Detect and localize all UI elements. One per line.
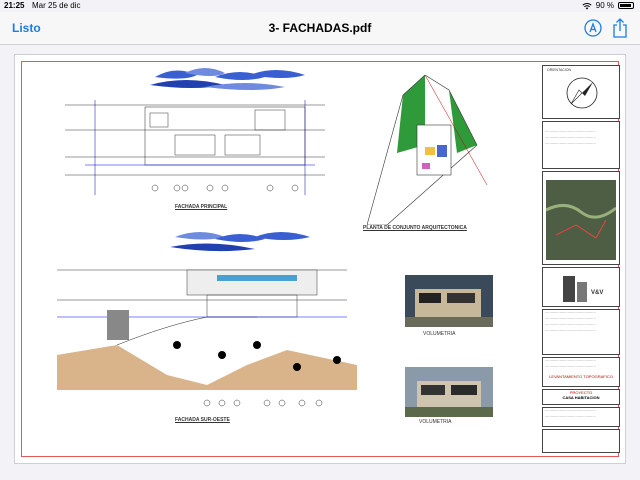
- label-fachada-sur-oeste: FACHADA SUR-OESTE: [175, 417, 230, 423]
- sheet-info-block: [542, 429, 620, 453]
- battery-percent: 90 %: [595, 1, 614, 10]
- render-volumetria-2: [405, 367, 493, 417]
- status-right: 90 %: [582, 1, 634, 10]
- markup-pen-icon[interactable]: [584, 19, 602, 37]
- north-arrow-icon: [566, 77, 598, 109]
- label-volumetria-1: VOLUMETRIA: [423, 331, 456, 337]
- label-fachada-principal: FACHADA PRINCIPAL: [175, 204, 228, 210]
- clouds-drawing-bottom: [170, 232, 310, 252]
- label-planta-conjunto: PLANTA DE CONJUNTO ARQUITECTONICA: [363, 225, 467, 231]
- wifi-icon: [582, 2, 592, 9]
- battery-icon: [618, 2, 634, 9]
- orientation-block: ORIENTACION: [542, 65, 620, 119]
- notes-block: ········································…: [542, 407, 620, 427]
- direction-block: ········································…: [542, 309, 620, 355]
- project-value: CASA HABITACION: [562, 395, 600, 400]
- fachada-principal-drawing: [65, 100, 325, 195]
- clouds-drawing-top: [150, 68, 305, 90]
- general-notes-block: ········································…: [542, 121, 620, 169]
- vv-logo-text: V&V: [591, 290, 604, 296]
- planta-conjunto-drawing: [367, 75, 488, 225]
- nav-bar: Listo 3- FACHADAS.pdf: [0, 12, 640, 45]
- label-volumetria-2: VOLUMETRIA: [419, 419, 452, 425]
- vv-logo: [563, 276, 587, 302]
- status-bar: 21:25 Mar 25 de dic 90 %: [0, 0, 640, 12]
- location-map: [546, 180, 616, 260]
- owner-block: ········································…: [542, 357, 620, 387]
- levantamiento-label: LEVANTAMIENTO TOPOGRAFICO: [549, 374, 613, 379]
- logo-block: V&V: [542, 267, 620, 307]
- battery-fill: [620, 4, 631, 7]
- status-time: 21:25: [4, 1, 25, 10]
- status-date: Mar 25 de dic: [32, 1, 81, 10]
- share-icon[interactable]: [612, 18, 628, 38]
- render-volumetria-1: [405, 275, 493, 327]
- location-map-block: [542, 171, 620, 265]
- project-block: PROYECTO CASA HABITACION: [542, 389, 620, 405]
- orientation-label: ORIENTACION: [547, 68, 572, 72]
- pdf-page[interactable]: FACHADA PRINCIPAL PLANTA DE CONJUNTO ARQ…: [14, 54, 626, 464]
- document-title: 3- FACHADAS.pdf: [268, 21, 372, 35]
- fachada-sur-oeste-drawing: [57, 269, 357, 407]
